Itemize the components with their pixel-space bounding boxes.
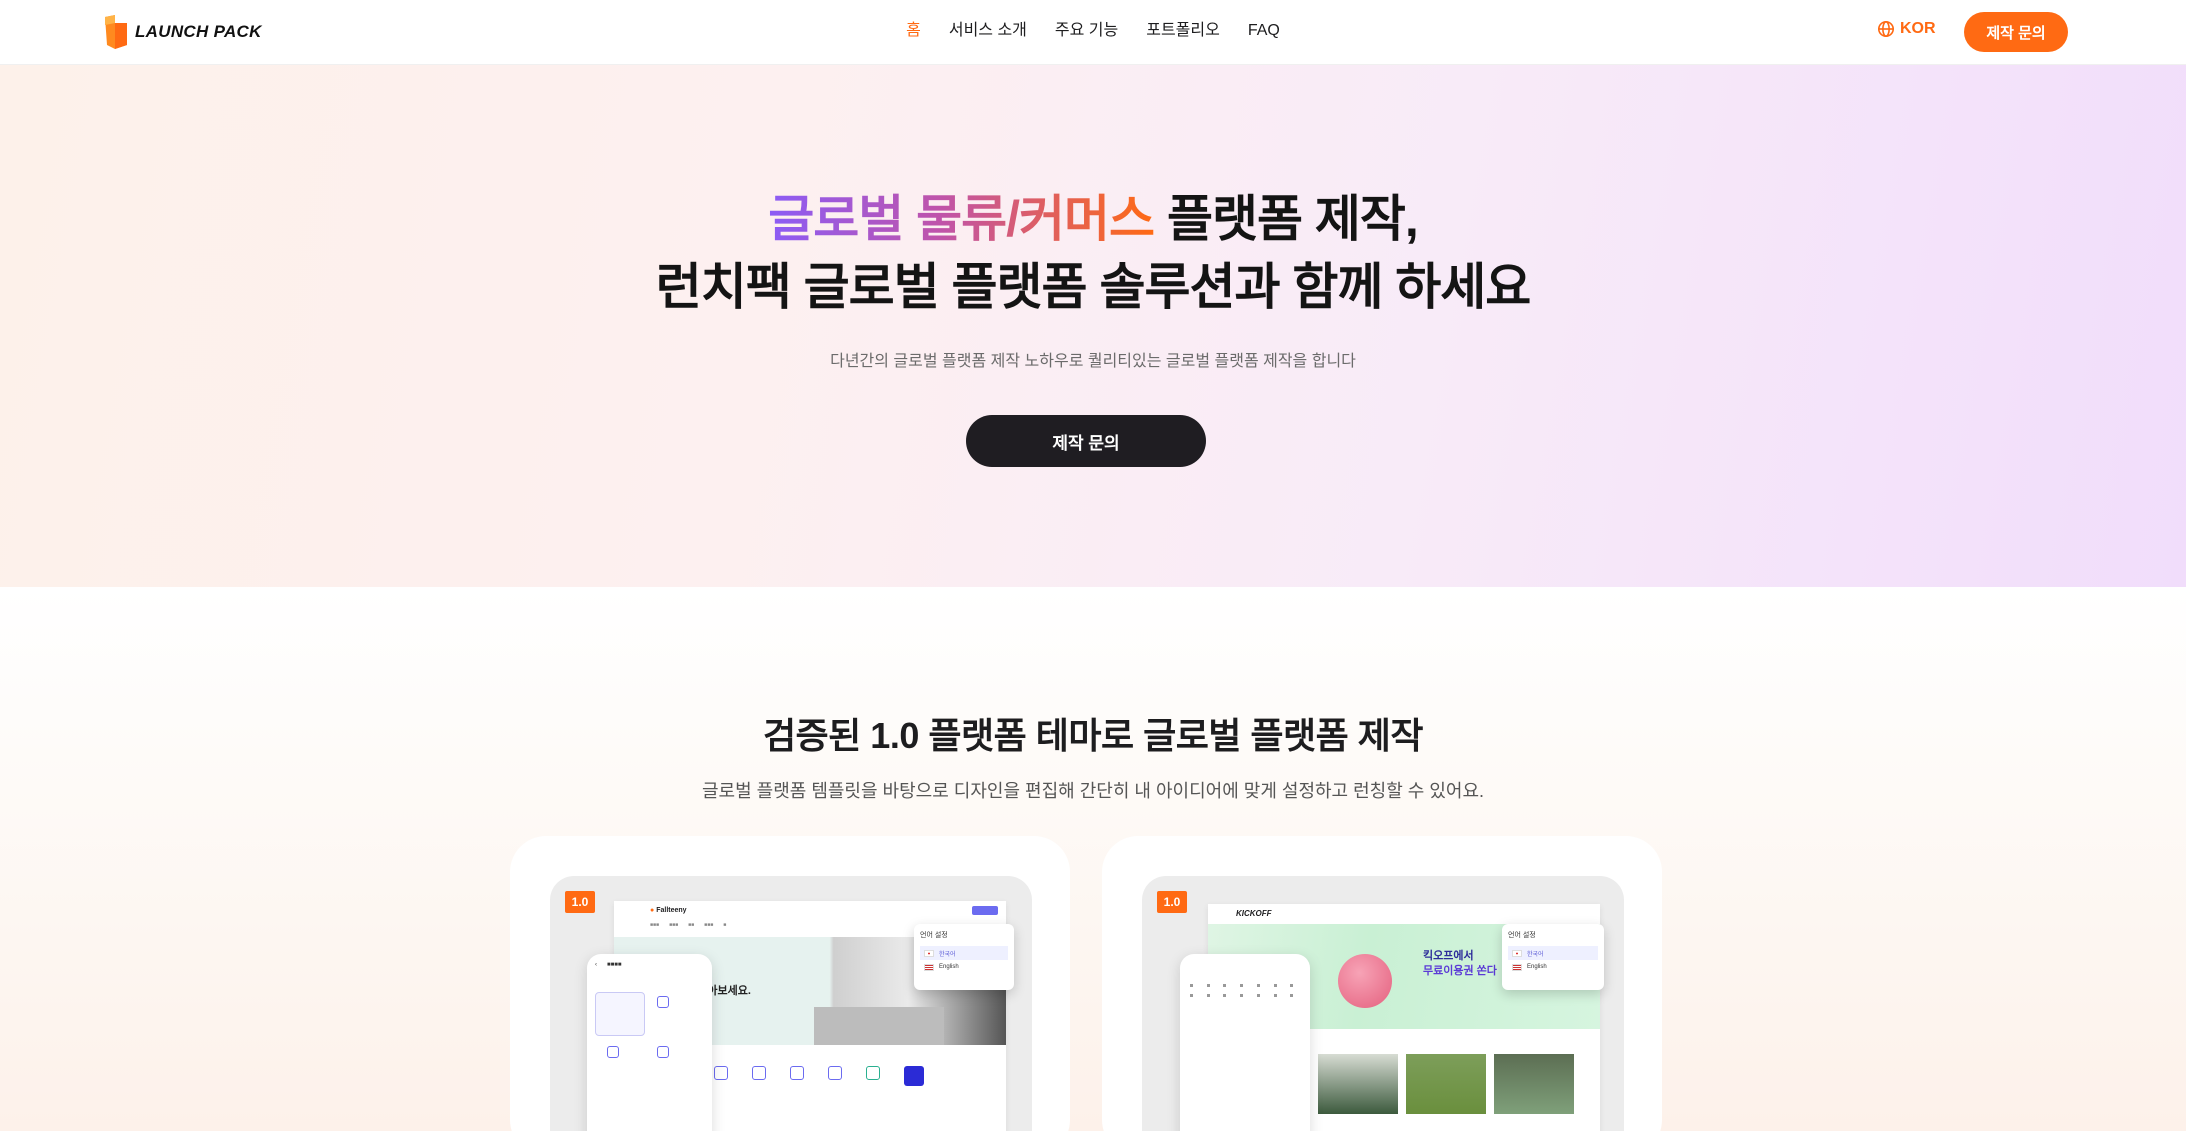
theme-preview: 1.0 KICKOFF 킥오프에서 무료이용권 쏜다 언어 설정 한국어 Eng… — [1142, 876, 1624, 1131]
hero-title-rest: 플랫폼 제작, — [1154, 191, 1419, 247]
language-popup: 언어 설정 한국어 English — [914, 924, 1014, 990]
hero-title-line2: 런치팩 글로벌 플랫폼 솔루션과 함께 하세요 — [655, 259, 1531, 315]
section-title: 검증된 1.0 플랫폼 테마로 글로벌 플랫폼 제작 — [762, 715, 1424, 756]
site-logo: KICKOFF — [1236, 908, 1272, 918]
language-popup-title: 언어 설정 — [920, 932, 948, 939]
hero-subtitle: 다년간의 글로벌 플랫폼 제작 노하우로 퀄리티있는 글로벌 플랫폼 제작을 합… — [830, 353, 1356, 370]
language-label: KOR — [1900, 20, 1936, 37]
main-menu: 홈 서비스 소개 주요 기능 포트폴리오 FAQ — [0, 20, 2186, 42]
category-icon-row — [714, 1066, 924, 1086]
top-navbar: LAUNCH PACK 홈 서비스 소개 주요 기능 포트폴리오 FAQ KOR… — [0, 0, 2186, 65]
menu-item-faq[interactable]: FAQ — [1248, 20, 1280, 42]
fallteeny-logo-icon: ● — [650, 906, 655, 914]
language-option-en[interactable]: English — [1508, 960, 1598, 974]
menu-item-service[interactable]: 서비스 소개 — [949, 20, 1027, 42]
globe-icon — [1877, 20, 1895, 38]
kr-flag-icon — [1512, 949, 1522, 957]
us-flag-icon — [1512, 963, 1522, 971]
hero-section: 글로벌 물류/커머스 플랫폼 제작, 런치팩 글로벌 플랫폼 솔루션과 함께 하… — [0, 65, 2186, 587]
version-badge: 1.0 — [1157, 891, 1187, 913]
hero-title-line1: 글로벌 물류/커머스 플랫폼 제작, — [0, 185, 2186, 253]
theme-preview: 1.0 ● Fallteeny ■■■■■■■■■■■■ 글게, 드게 받아보세… — [550, 876, 1032, 1131]
us-flag-icon — [924, 963, 934, 971]
language-selector[interactable]: KOR — [1877, 20, 1936, 38]
section-subtitle: 글로벌 플랫폼 템플릿을 바탕으로 디자인을 편집해 간단히 내 아이디어에 맞… — [701, 781, 1485, 801]
version-badge: 1.0 — [565, 891, 595, 913]
hero-title-highlight: 글로벌 물류/커머스 — [768, 191, 1155, 247]
desktop-cta — [972, 905, 998, 915]
desktop-hero-line2: 무료이용권 쏜다 — [1423, 965, 1497, 977]
menu-item-features[interactable]: 주요 기능 — [1055, 20, 1118, 42]
theme-section: 검증된 1.0 플랫폼 테마로 글로벌 플랫폼 제작 글로벌 플랫폼 템플릿을 … — [0, 587, 2186, 1131]
mobile-calendar-mockup — [1180, 954, 1310, 1131]
kr-flag-icon — [924, 949, 934, 957]
contact-button[interactable]: 제작 문의 — [1964, 12, 2068, 52]
theme-card-fallteeny[interactable]: 1.0 ● Fallteeny ■■■■■■■■■■■■ 글게, 드게 받아보세… — [510, 836, 1070, 1131]
menu-item-portfolio[interactable]: 포트폴리오 — [1146, 20, 1220, 42]
language-popup: 언어 설정 한국어 English — [1502, 924, 1604, 990]
site-logo: Fallteeny — [656, 906, 687, 914]
language-popup-title: 언어 설정 — [1508, 932, 1536, 939]
desktop-hero-line1: 킥오프에서 — [1423, 950, 1474, 962]
language-option-ko[interactable]: 한국어 — [1508, 946, 1598, 960]
menu-item-home[interactable]: 홈 — [906, 20, 921, 42]
language-option-ko[interactable]: 한국어 — [920, 946, 1008, 960]
mobile-mockup: ‹ ■■■■ — [587, 954, 712, 1131]
theme-card-kickoff[interactable]: 1.0 KICKOFF 킥오프에서 무료이용권 쏜다 언어 설정 한국어 Eng… — [1102, 836, 1662, 1131]
language-option-en[interactable]: English — [920, 960, 1008, 974]
product-thumbnail-row — [1318, 1054, 1574, 1114]
hero-contact-button[interactable]: 제작 문의 — [966, 415, 1206, 467]
